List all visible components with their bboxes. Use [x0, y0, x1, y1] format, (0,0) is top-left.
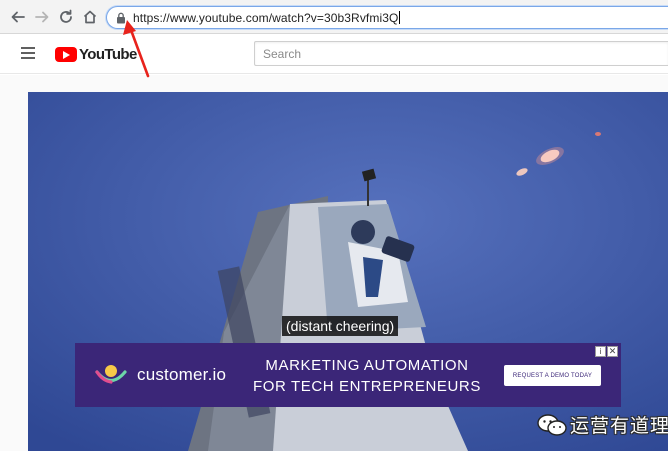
reload-icon [60, 9, 72, 23]
search-placeholder: Search [263, 47, 302, 61]
request-demo-button[interactable]: REQUEST A DEMO TODAY [504, 365, 601, 386]
youtube-play-icon [55, 46, 77, 62]
youtube-header: YouTube Search [0, 34, 668, 74]
forward-button[interactable] [32, 7, 52, 27]
arrow-right-icon [35, 11, 49, 23]
home-button[interactable] [80, 7, 100, 27]
watermark-text: 运营有道理 [570, 416, 668, 437]
ad-headline: MARKETING AUTOMATION FOR TECH ENTREPRENE… [247, 355, 487, 397]
wechat-logo-icon [537, 414, 567, 436]
arrow-left-icon [11, 11, 25, 23]
hamburger-menu-icon[interactable] [21, 47, 37, 61]
text-caret [399, 11, 401, 24]
video-caption: (distant cheering) [282, 316, 399, 336]
overlay-ad[interactable]: customer.io MARKETING AUTOMATION FOR TEC… [75, 343, 621, 407]
back-button[interactable] [8, 7, 28, 27]
watermark: 运营有道理 [536, 409, 668, 439]
reload-button[interactable] [56, 7, 76, 27]
ad-brand-name: customer.io [137, 365, 227, 384]
annotation-arrow-icon [123, 20, 150, 78]
ad-headline-line-1: MARKETING AUTOMATION [265, 357, 469, 374]
address-bar-url: https://www.youtube.com/watch?v=30b3Rvfm… [133, 11, 401, 25]
home-icon [83, 10, 97, 24]
customer-io-logo-icon [95, 365, 127, 384]
browser-toolbar: https://www.youtube.com/watch?v=30b3Rvfm… [0, 0, 668, 34]
address-bar[interactable]: https://www.youtube.com/watch?v=30b3Rvfm… [106, 6, 668, 29]
search-input[interactable]: Search [254, 41, 668, 66]
ad-headline-line-2: FOR TECH ENTREPRENEURS [253, 378, 481, 395]
ad-close-icon[interactable]: ✕ [607, 346, 618, 357]
ad-info-icon[interactable]: i [595, 346, 606, 357]
